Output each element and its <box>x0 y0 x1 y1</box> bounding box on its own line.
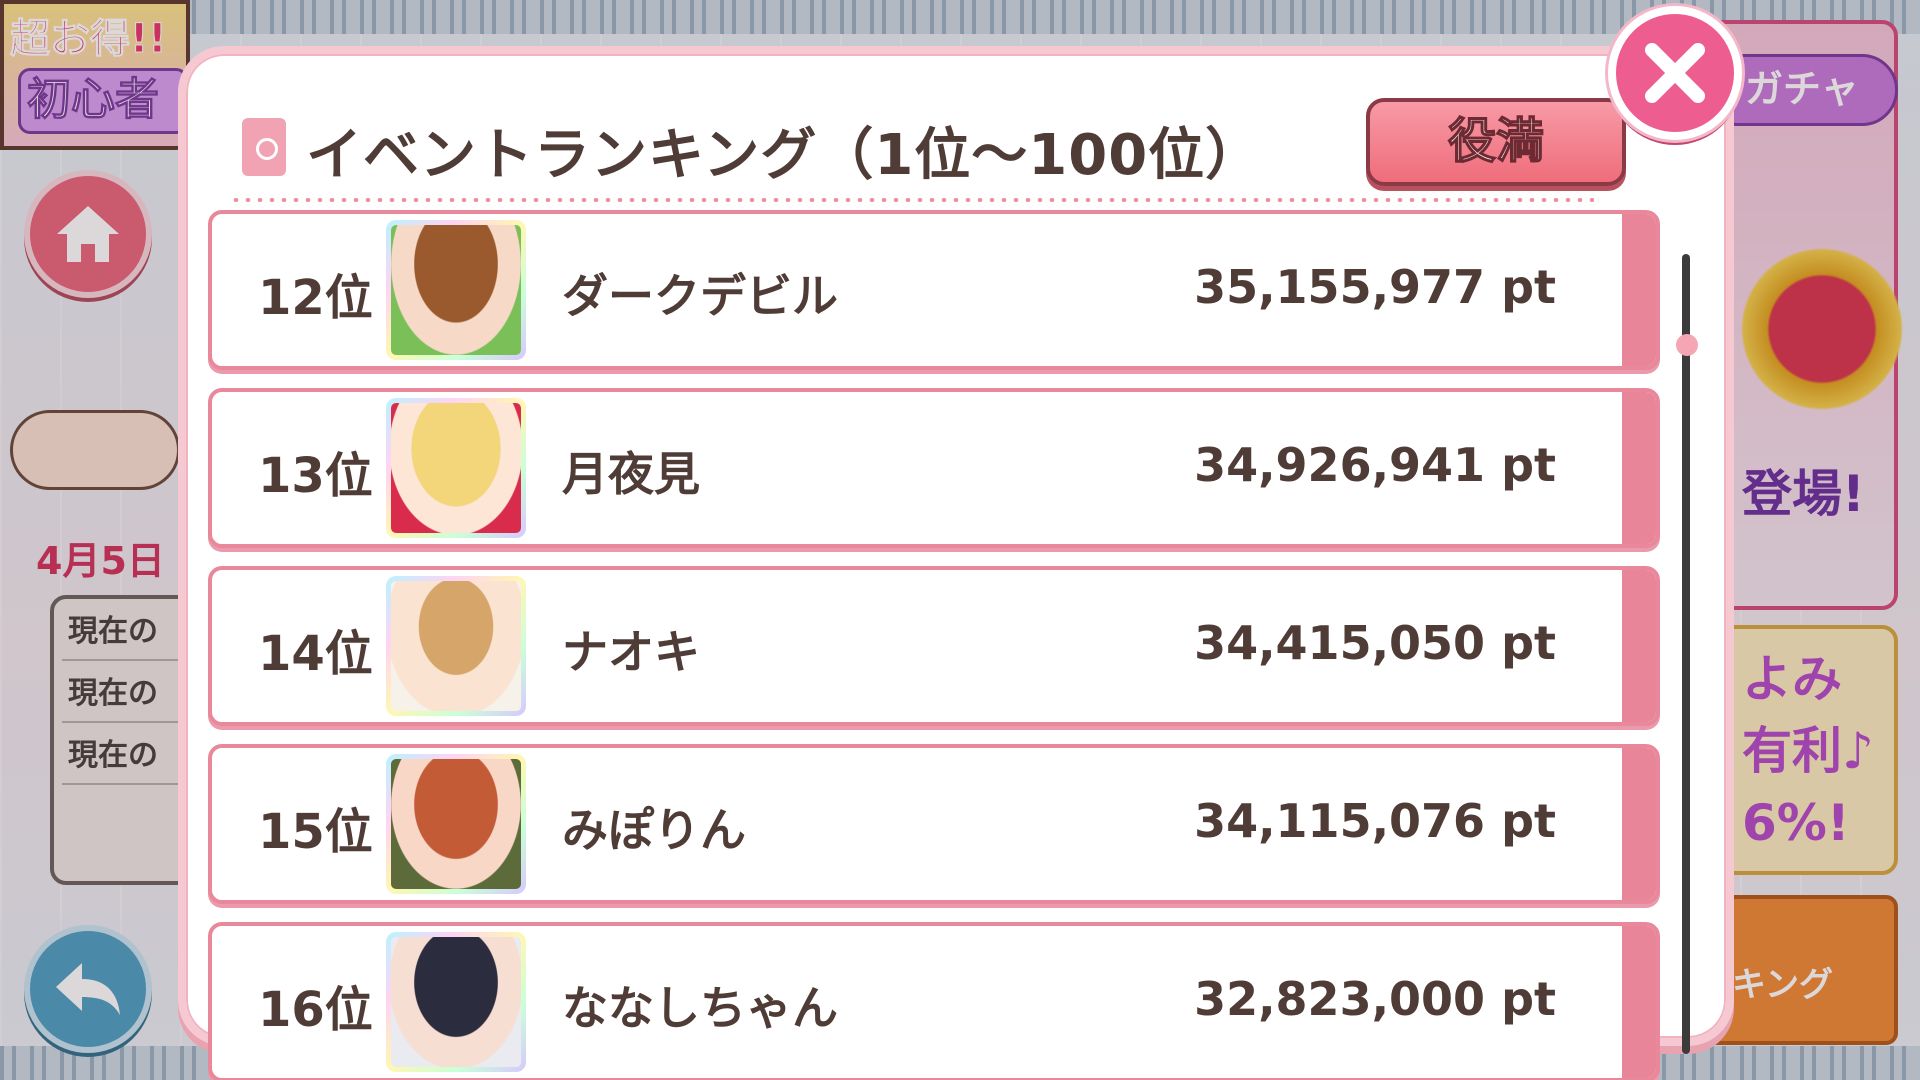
header-divider <box>230 198 1594 202</box>
close-icon <box>1645 43 1705 103</box>
ranking-row[interactable]: 13位 月夜見 34,926,941 pt <box>208 388 1660 548</box>
avatar-image <box>391 937 521 1067</box>
ranking-row[interactable]: 12位 ダークデビル 35,155,977 pt <box>208 210 1660 370</box>
row-accent-stripe <box>1622 926 1656 1078</box>
player-avatar <box>386 220 526 360</box>
rank-position: 12位 <box>258 270 373 326</box>
row-accent-stripe <box>1622 570 1656 722</box>
rank-position: 13位 <box>258 448 373 504</box>
scrollbar-thumb[interactable] <box>1676 334 1698 356</box>
player-avatar <box>386 754 526 894</box>
avatar-image <box>391 403 521 533</box>
ranking-row[interactable]: 15位 みぽりん 34,115,076 pt <box>208 744 1660 904</box>
player-avatar <box>386 398 526 538</box>
modal-title: イベントランキング（1位〜100位） <box>306 123 1263 188</box>
player-name: ななしちゃん <box>562 981 838 1035</box>
ranking-list[interactable]: 12位 ダークデビル 35,155,977 pt 13位 月夜見 34,926,… <box>208 210 1668 1080</box>
modal-header: イベントランキング（1位〜100位） 役満 <box>242 80 1626 190</box>
avatar-image <box>391 225 521 355</box>
ranking-row[interactable]: 14位 ナオキ 34,415,050 pt <box>208 566 1660 726</box>
player-points: 34,115,076 pt <box>1194 794 1556 848</box>
player-points: 34,926,941 pt <box>1194 438 1556 492</box>
yakuman-button[interactable]: 役満 <box>1366 98 1626 186</box>
event-ranking-modal: イベントランキング（1位〜100位） 役満 12位 ダークデビル 35,155,… <box>178 46 1734 1080</box>
avatar-image <box>391 581 521 711</box>
ranking-tag-icon <box>242 118 286 176</box>
avatar-image <box>391 759 521 889</box>
ranking-scrollbar[interactable] <box>1676 254 1698 1054</box>
close-button[interactable] <box>1608 6 1742 140</box>
player-points: 35,155,977 pt <box>1194 260 1556 314</box>
player-points: 34,415,050 pt <box>1194 616 1556 670</box>
rank-position: 15位 <box>258 804 373 860</box>
player-name: ナオキ <box>562 625 700 679</box>
player-avatar <box>386 576 526 716</box>
row-accent-stripe <box>1622 392 1656 544</box>
row-accent-stripe <box>1622 214 1656 366</box>
row-accent-stripe <box>1622 748 1656 900</box>
ranking-row[interactable]: 16位 ななしちゃん 32,823,000 pt <box>208 922 1660 1080</box>
rank-position: 16位 <box>258 982 373 1038</box>
rank-position: 14位 <box>258 626 373 682</box>
player-name: 月夜見 <box>562 447 700 501</box>
player-points: 32,823,000 pt <box>1194 972 1556 1026</box>
player-avatar <box>386 932 526 1072</box>
player-name: ダークデビル <box>562 269 838 323</box>
player-name: みぽりん <box>562 803 746 857</box>
